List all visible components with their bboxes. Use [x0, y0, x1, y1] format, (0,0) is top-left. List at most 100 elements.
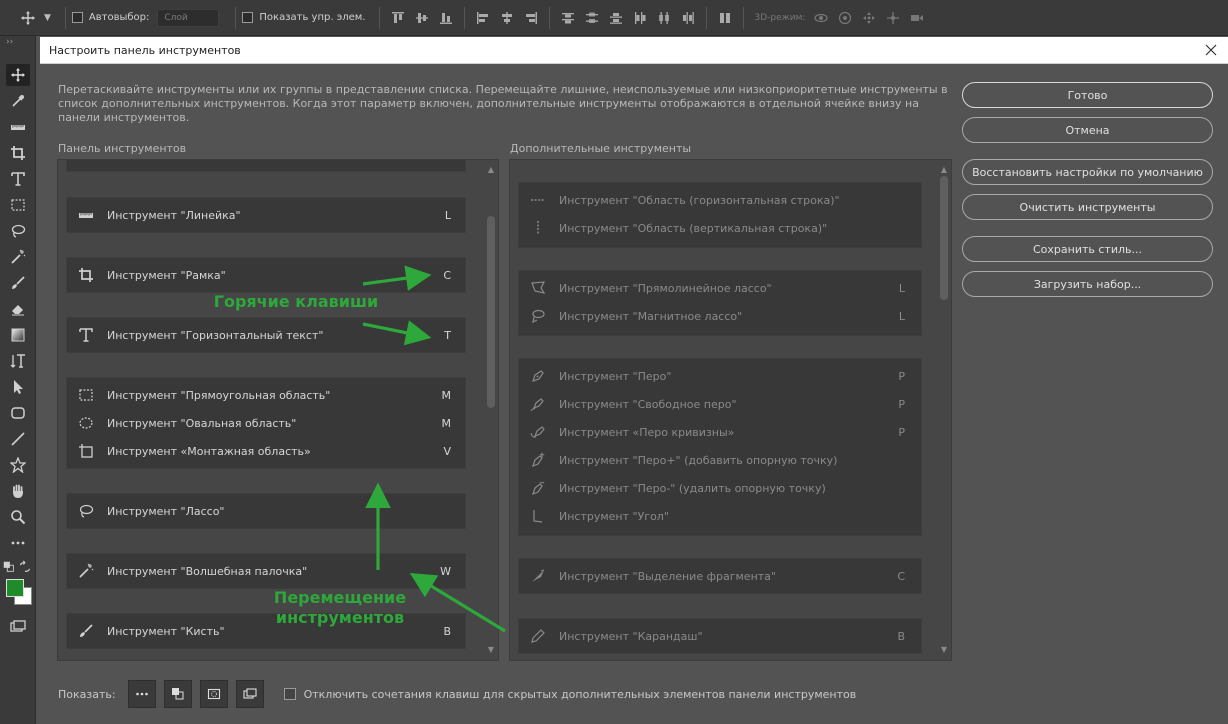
tool-group[interactable]: Инструмент "Прямоугольная область" M Инс…	[66, 377, 466, 469]
tool-row[interactable]: Инструмент "Овальная область" M	[67, 409, 465, 437]
distribute-left-icon[interactable]	[630, 8, 650, 28]
drag-3d-icon[interactable]	[859, 8, 879, 28]
tool-group[interactable]: Инструмент "Перо" P Инструмент "Свободно…	[518, 358, 922, 536]
tool-group[interactable]: Инструмент "Лассо"	[66, 493, 466, 529]
close-icon[interactable]	[1202, 41, 1220, 59]
tool-row[interactable]: Инструмент "Свободное перо" P	[519, 390, 921, 418]
orbit-3d-icon[interactable]	[811, 8, 831, 28]
scroll-down-icon[interactable]: ▼	[937, 644, 951, 656]
crop-tool-icon[interactable]	[6, 142, 30, 164]
tool-group[interactable]: Инструмент "Выделение фрагмента" C	[518, 558, 922, 594]
distribute-top-icon[interactable]	[558, 8, 578, 28]
roll-3d-icon[interactable]	[835, 8, 855, 28]
auto-align-icon[interactable]	[715, 8, 735, 28]
done-button[interactable]: Готово	[962, 82, 1213, 108]
autoselect-checkbox[interactable]	[71, 12, 83, 23]
rect-marquee-tool-icon[interactable]	[6, 194, 30, 216]
tool-row[interactable]: Инструмент "Область (горизонтальная стро…	[519, 186, 921, 214]
gradient-tool-icon[interactable]	[6, 324, 30, 346]
save-preset-button[interactable]: Сохранить стиль...	[962, 236, 1213, 262]
show-extra-tools-button[interactable]	[127, 680, 156, 708]
eraser-tool-icon[interactable]	[6, 298, 30, 320]
tool-group[interactable]: Инструмент "Волшебная палочка" W	[66, 553, 466, 589]
custom-shape-tool-icon[interactable]	[6, 454, 30, 476]
hand-tool-icon[interactable]	[6, 480, 30, 502]
tool-row[interactable]: Инструмент "Перо" P	[519, 362, 921, 390]
move-tool-icon[interactable]	[14, 0, 42, 36]
cancel-button[interactable]: Отмена	[962, 117, 1213, 143]
align-bottom-icon[interactable]	[436, 8, 456, 28]
zoom-tool-icon[interactable]	[6, 506, 30, 528]
ruler-tool-icon[interactable]	[6, 116, 30, 138]
align-left-icon[interactable]	[473, 8, 493, 28]
tool-group-partial[interactable]	[66, 160, 466, 172]
move-tool-icon[interactable]	[6, 64, 30, 86]
lasso-tool-icon[interactable]	[6, 220, 30, 242]
tool-row[interactable]: Инструмент "Выделение фрагмента" C	[519, 562, 921, 590]
tool-group[interactable]: Инструмент "Область (горизонтальная стро…	[518, 182, 922, 248]
camera-3d-icon[interactable]	[907, 8, 927, 28]
tool-row[interactable]: Инструмент "Горизонтальный текст" T	[67, 321, 465, 349]
tool-row[interactable]: Инструмент "Область (вертикальная строка…	[519, 214, 921, 242]
tool-row[interactable]: Инструмент "Линейка" L	[67, 201, 465, 229]
default-colors-icon[interactable]	[2, 556, 16, 578]
tool-row[interactable]: Инструмент "Волшебная палочка" W	[67, 557, 465, 585]
tool-row[interactable]: Инструмент «Монтажная область» V	[67, 437, 465, 465]
align-hcenter-icon[interactable]	[497, 8, 517, 28]
distribute-bottom-icon[interactable]	[606, 8, 626, 28]
align-top-icon[interactable]	[388, 8, 408, 28]
distribute-vcenter-icon[interactable]	[582, 8, 602, 28]
tool-row[interactable]: Инструмент "Прямоугольная область" M	[67, 381, 465, 409]
type-tool-icon[interactable]	[6, 168, 30, 190]
show-controls-checkbox[interactable]	[242, 12, 254, 23]
chevron-down-icon[interactable]: ▼	[44, 13, 51, 23]
scroll-thumb[interactable]	[487, 216, 495, 408]
restore-defaults-button[interactable]: Восстановить настройки по умолчанию	[962, 159, 1213, 185]
brush-tool-icon[interactable]	[6, 272, 30, 294]
eyedropper-tool-icon[interactable]	[6, 90, 30, 112]
vertical-type-tool-icon[interactable]	[6, 350, 30, 372]
scroll-down-icon[interactable]: ▼	[484, 644, 498, 656]
tool-group[interactable]: Инструмент "Прямолинейное лассо" L Инстр…	[518, 270, 922, 336]
tool-row[interactable]: Инструмент "Угол"	[519, 502, 921, 530]
tool-row[interactable]: Инструмент "Перо+" (добавить опорную точ…	[519, 446, 921, 474]
extra-list-scrollbar[interactable]: ▲ ▼	[937, 160, 951, 660]
tool-group[interactable]: Инструмент "Горизонтальный текст" T	[66, 317, 466, 353]
tool-row[interactable]: Инструмент "Магнитное лассо" L	[519, 302, 921, 330]
tool-row[interactable]: Инструмент "Перо-" (удалить опорную точк…	[519, 474, 921, 502]
scroll-thumb[interactable]	[940, 176, 948, 300]
load-preset-button[interactable]: Загрузить набор...	[962, 271, 1213, 297]
disable-shortcuts-checkbox[interactable]	[283, 688, 296, 700]
tool-row[interactable]: Инструмент "Карандаш" B	[519, 622, 921, 650]
scroll-up-icon[interactable]: ▲	[484, 164, 498, 176]
show-colors-button[interactable]	[163, 680, 192, 708]
toolbar-list-scrollbar[interactable]: ▲ ▼	[484, 160, 498, 660]
autoselect-dropdown[interactable]: Слой	[157, 8, 220, 27]
swap-colors-icon[interactable]	[18, 556, 32, 578]
line-tool-icon[interactable]	[6, 428, 30, 450]
show-quickmask-button[interactable]	[199, 680, 228, 708]
collapse-panel-icon[interactable]: ››	[0, 36, 35, 56]
screen-mode-icon[interactable]	[6, 616, 30, 638]
tool-row[interactable]: Инструмент "Прямолинейное лассо" L	[519, 274, 921, 302]
toolbar-tools-list[interactable]: Инструмент "Линейка" L Инструмент "Рамка…	[57, 159, 499, 661]
align-right-icon[interactable]	[521, 8, 541, 28]
tool-group[interactable]: Инструмент "Карандаш" B	[518, 618, 922, 654]
show-screen-mode-button[interactable]	[235, 680, 264, 708]
scroll-up-icon[interactable]: ▲	[937, 164, 951, 176]
extra-tools-list[interactable]: Инструмент "Область (горизонтальная стро…	[509, 159, 952, 661]
align-vcenter-icon[interactable]	[412, 8, 432, 28]
distribute-right-icon[interactable]	[678, 8, 698, 28]
path-select-tool-icon[interactable]	[6, 376, 30, 398]
magic-wand-tool-icon[interactable]	[6, 246, 30, 268]
tool-row[interactable]: Инструмент "Рамка" C	[67, 261, 465, 289]
tool-row[interactable]: Инструмент «Перо кривизны» P	[519, 418, 921, 446]
more-tools-icon[interactable]	[6, 532, 30, 554]
foreground-color-swatch[interactable]	[6, 579, 24, 597]
slide-3d-icon[interactable]	[883, 8, 903, 28]
tool-row[interactable]: Инструмент "Лассо"	[67, 497, 465, 525]
tool-group[interactable]: Инструмент "Рамка" C	[66, 257, 466, 293]
distribute-hcenter-icon[interactable]	[654, 8, 674, 28]
clear-tools-button[interactable]: Очистить инструменты	[962, 194, 1213, 220]
rectangle-shape-tool-icon[interactable]	[6, 402, 30, 424]
